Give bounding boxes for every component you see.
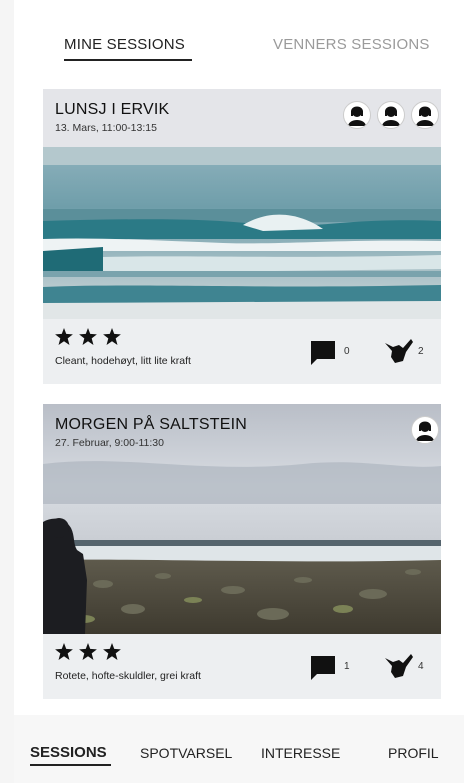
nav-sessions[interactable]: SESSIONS [30,744,107,761]
shaka-count: 2 [418,346,424,357]
rating-stars [55,328,121,345]
active-nav-indicator [30,764,111,766]
comment-icon[interactable] [311,656,335,680]
star-icon [103,328,121,345]
session-title: LUNSJ I ERVIK [55,101,170,118]
session-photo-ocean-waves [43,147,441,319]
participant-avatars [411,416,439,444]
rating-stars [55,643,121,660]
user-avatar-icon[interactable] [377,101,405,129]
user-avatar-icon[interactable] [411,416,439,444]
session-card-header: LUNSJ I ERVIK 13. Mars, 11:00-13:15 [43,89,441,147]
session-description: Cleant, hodehøyt, litt lite kraft [55,355,191,367]
session-card[interactable]: MORGEN PÅ SALTSTEIN 27. Februar, 9:00-11… [43,404,441,699]
session-date: 27. Februar, 9:00-11:30 [55,437,164,449]
user-avatar-icon[interactable] [411,101,439,129]
comment-count: 0 [344,346,350,357]
star-icon [79,328,97,345]
comment-count: 1 [344,661,350,672]
session-card-footer: Rotete, hofte-skuldler, grei kraft 1 4 [43,634,441,699]
star-icon [103,643,121,660]
bottom-navigation: SESSIONS SPOTVARSEL INTERESSE PROFIL [14,715,464,783]
nav-spotvarsel[interactable]: SPOTVARSEL [140,745,232,761]
nav-profil[interactable]: PROFIL [388,745,439,761]
star-icon [79,643,97,660]
shaka-hand-icon[interactable] [385,339,413,363]
session-date: 13. Mars, 11:00-13:15 [55,122,157,134]
session-card-footer: Cleant, hodehøyt, litt lite kraft 0 2 [43,319,441,384]
nav-interesse[interactable]: INTERESSE [261,745,340,761]
star-icon [55,328,73,345]
active-tab-indicator [64,59,192,61]
shaka-count: 4 [418,661,424,672]
shaka-hand-icon[interactable] [385,654,413,678]
star-icon [55,643,73,660]
participant-avatars [343,101,439,129]
session-title: MORGEN PÅ SALTSTEIN [55,416,247,433]
tab-friends-sessions[interactable]: VENNERS SESSIONS [273,36,430,53]
session-description: Rotete, hofte-skuldler, grei kraft [55,670,201,682]
user-avatar-icon[interactable] [343,101,371,129]
comment-icon[interactable] [311,341,335,365]
app-screen: MINE SESSIONS VENNERS SESSIONS LUNSJ I E… [14,0,464,783]
session-card[interactable]: LUNSJ I ERVIK 13. Mars, 11:00-13:15 Clea… [43,89,441,384]
tab-mine-sessions[interactable]: MINE SESSIONS [64,36,185,53]
